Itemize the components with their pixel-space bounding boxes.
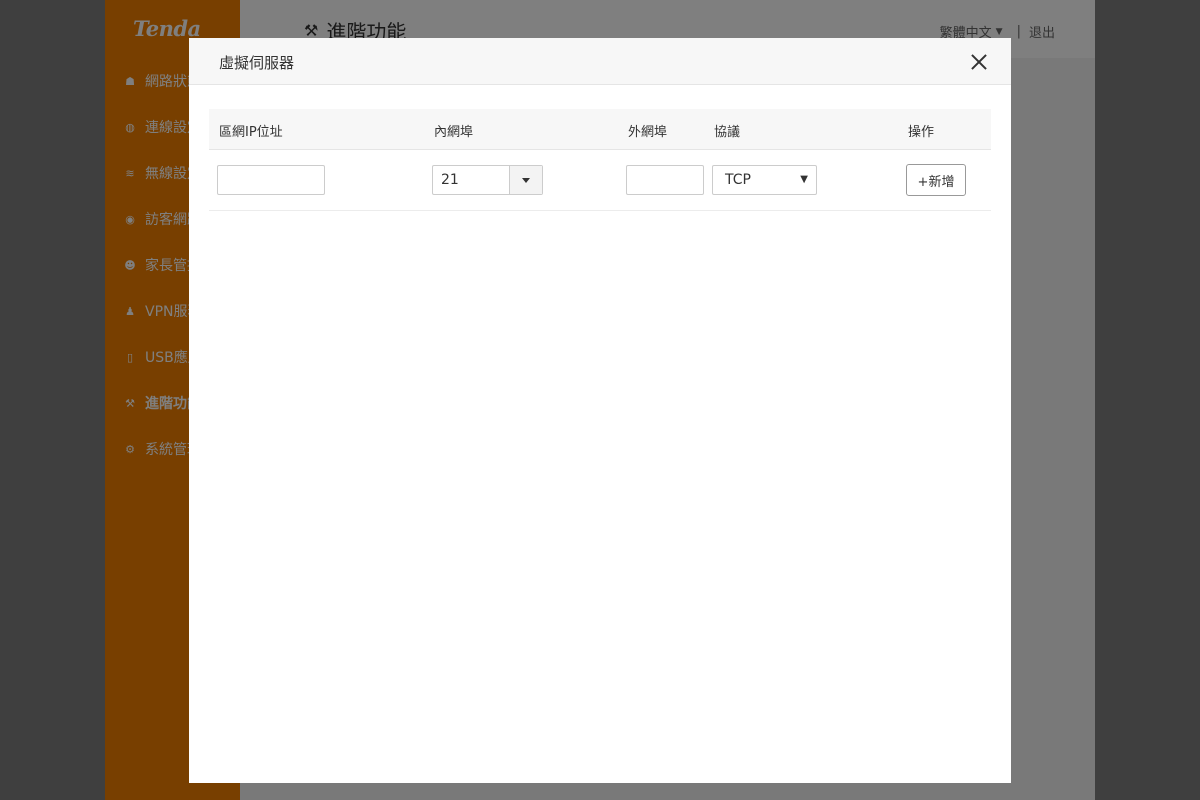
external-port-input[interactable] [626, 165, 704, 195]
add-button[interactable]: +新增 [906, 164, 966, 196]
virtual-server-table: 區網IP位址 內網埠 外網埠 協議 操作 21 TCP ▼ +新增 [209, 109, 991, 211]
protocol-select[interactable]: TCP ▼ [712, 165, 817, 195]
table-row: 21 TCP ▼ +新增 [209, 150, 991, 211]
column-header-lan-ip: 區網IP位址 [219, 125, 283, 140]
column-header-action: 操作 [908, 125, 935, 140]
virtual-server-dialog: 虛擬伺服器 區網IP位址 內網埠 外網埠 協議 操作 21 TCP ▼ +新增 [189, 38, 1011, 783]
column-header-external-port: 外網埠 [628, 125, 668, 140]
protocol-value: TCP [725, 172, 751, 188]
column-header-protocol: 協議 [714, 125, 741, 140]
chevron-down-icon[interactable] [509, 166, 542, 194]
column-header-internal-port: 內網埠 [434, 125, 474, 140]
chevron-down-icon: ▼ [800, 174, 808, 185]
close-icon[interactable] [969, 52, 989, 72]
internal-port-combobox[interactable]: 21 [432, 165, 543, 195]
lan-ip-input[interactable] [217, 165, 325, 195]
dialog-title: 虛擬伺服器 [219, 54, 295, 72]
dialog-header: 虛擬伺服器 [189, 38, 1011, 85]
table-header: 區網IP位址 內網埠 外網埠 協議 操作 [209, 109, 991, 150]
internal-port-value[interactable]: 21 [433, 166, 509, 194]
